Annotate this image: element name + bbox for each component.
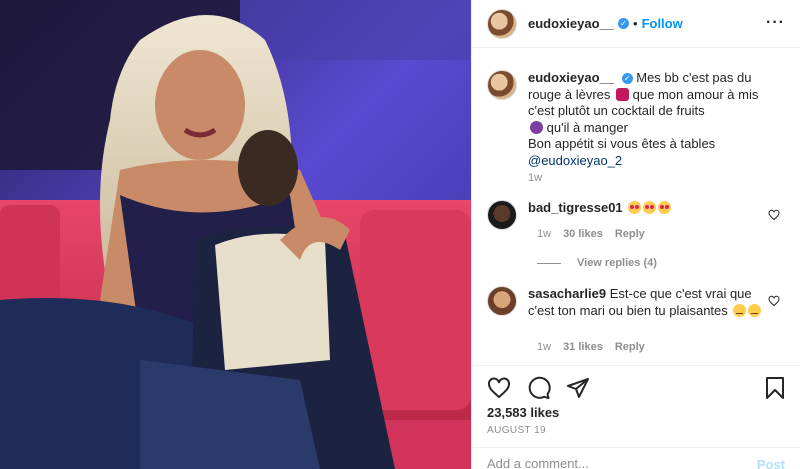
eggplant-emoji-icon [530, 120, 543, 134]
caption-avatar[interactable] [487, 70, 517, 100]
comment-likes[interactable]: 31 likes [563, 341, 603, 353]
view-replies-button[interactable]: View replies (4) [537, 257, 657, 269]
heart-eyes-emoji-icon [628, 201, 642, 214]
caption-line-2: Bon appétit si vous êtes à tables [528, 136, 716, 151]
post-photo[interactable] [0, 0, 471, 469]
post-comment-button[interactable]: Post [757, 457, 785, 469]
comment-item: bad_tigresse01 [487, 200, 792, 230]
post-header: eudoxieyao__ ✓ • Follow ··· [472, 0, 800, 48]
heart-eyes-emoji-icon [643, 201, 657, 214]
heart-eyes-emoji-icon [658, 201, 672, 214]
comment-username[interactable]: bad_tigresse01 [528, 200, 623, 215]
comments-list[interactable]: eudoxieyao__ ✓ Mes bb c'est pas du rouge… [472, 48, 800, 365]
verified-badge-icon: ✓ [621, 73, 633, 84]
comment-username[interactable]: sasacharlie9 [528, 286, 606, 301]
comment-meta: 1w 30 likes Reply [537, 228, 645, 240]
author-username[interactable]: eudoxieyao__ [528, 16, 614, 31]
post-side-panel: eudoxieyao__ ✓ • Follow ··· eudoxieyao__… [471, 0, 800, 469]
disappointed-emoji-icon [733, 303, 747, 317]
comment-meta: 1w 31 likes Reply [537, 341, 645, 353]
comment-input[interactable] [487, 456, 727, 469]
reply-button[interactable]: Reply [615, 228, 645, 240]
follow-button[interactable]: Follow [642, 16, 683, 31]
comment-text: sasacharlie9 Est-ce que c'est vrai que c… [528, 286, 768, 319]
separator-dot: • [633, 16, 638, 31]
more-options-icon[interactable]: ··· [766, 14, 785, 32]
post-caption: eudoxieyao__ ✓ Mes bb c'est pas du rouge… [487, 70, 787, 169]
post-date[interactable]: AUGUST 19 [487, 425, 546, 436]
caption-line-1c: qu'il à manger [546, 119, 628, 135]
comment-avatar[interactable] [487, 286, 517, 316]
like-comment-heart-icon[interactable] [768, 295, 780, 307]
heart-icon[interactable] [487, 376, 511, 400]
comment-avatar[interactable] [487, 200, 517, 230]
comment-time[interactable]: 1w [537, 228, 551, 240]
post-photo-illustration [0, 0, 471, 469]
comment-likes[interactable]: 30 likes [563, 228, 603, 240]
caption-text: eudoxieyao__ ✓ Mes bb c'est pas du rouge… [528, 70, 773, 169]
comment-icon[interactable] [527, 376, 551, 400]
replies-divider [537, 262, 561, 264]
caption-username[interactable]: eudoxieyao__ [528, 70, 614, 85]
author-avatar[interactable] [487, 8, 517, 39]
like-comment-heart-icon[interactable] [768, 209, 780, 221]
add-comment-bar: Post [472, 447, 800, 469]
caption-mention-link[interactable]: @eudoxieyao_2 [528, 153, 622, 168]
view-replies-label: View replies (4) [577, 257, 657, 269]
verified-badge-icon: ✓ [618, 18, 629, 29]
reply-button[interactable]: Reply [615, 341, 645, 353]
disappointed-emoji-icon [748, 303, 762, 317]
lipstick-emoji-icon [616, 87, 630, 101]
share-icon[interactable] [566, 376, 590, 400]
comment-text: bad_tigresse01 [528, 200, 768, 230]
comment-time[interactable]: 1w [537, 341, 551, 353]
caption-timestamp[interactable]: 1w [528, 172, 542, 184]
bookmark-icon[interactable] [763, 376, 787, 400]
likes-count[interactable]: 23,583 likes [487, 405, 559, 420]
comment-item: sasacharlie9 Est-ce que c'est vrai que c… [487, 286, 792, 319]
